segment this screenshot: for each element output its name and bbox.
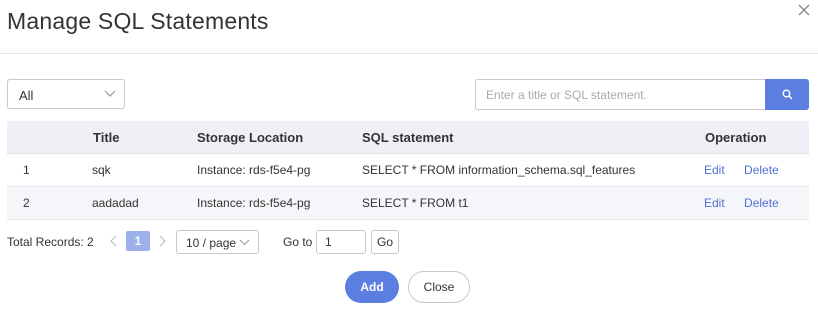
row-index: 2 [7, 186, 77, 220]
table-row: 2 aadadad Instance: rds-f5e4-pg SELECT *… [7, 186, 809, 220]
goto-page-input[interactable] [316, 230, 366, 254]
edit-link[interactable]: Edit [704, 196, 725, 210]
search-input[interactable] [475, 79, 766, 110]
row-sql-text: SELECT * FROM t1 [362, 196, 469, 210]
edit-link[interactable]: Edit [704, 163, 725, 177]
search-icon [782, 89, 793, 100]
row-sql-text: SELECT * FROM information_schema.sql_fea… [362, 163, 636, 177]
page-size-select[interactable]: 10 / page [176, 230, 259, 254]
chevron-down-icon [239, 239, 250, 246]
row-sql: SELECT * FROM information_schema.sql_fea… [347, 153, 689, 187]
column-header-index [7, 121, 77, 154]
row-storage-location: Instance: rds-f5e4-pg [197, 153, 347, 187]
close-icon[interactable] [796, 2, 812, 18]
search-button[interactable] [765, 79, 809, 110]
row-operations: Edit Delete [689, 186, 809, 220]
row-index: 1 [7, 153, 77, 187]
table-row: 1 sqk Instance: rds-f5e4-pg SELECT * FRO… [7, 153, 809, 187]
delete-link[interactable]: Delete [744, 163, 779, 177]
table-header-row: Title Storage Location SQL statement Ope… [7, 121, 809, 154]
row-title: sqk [77, 153, 197, 187]
go-button[interactable]: Go [371, 230, 399, 254]
row-title: aadadad [77, 186, 197, 220]
chevron-left-icon[interactable] [109, 235, 119, 247]
column-header-operation: Operation [689, 121, 809, 154]
page-number-current[interactable]: 1 [126, 231, 150, 251]
column-header-title: Title [77, 121, 197, 154]
goto-label: Go to [283, 235, 313, 249]
sql-statements-table: Title Storage Location SQL statement Ope… [7, 121, 809, 220]
dialog-title: Manage SQL Statements [7, 8, 269, 34]
row-operations: Edit Delete [689, 153, 809, 187]
column-header-sql-statement: SQL statement [347, 121, 689, 154]
add-button[interactable]: Add [345, 271, 399, 303]
filter-select[interactable]: All [7, 79, 125, 109]
chevron-down-icon [104, 90, 116, 97]
row-title-text: sqk [92, 163, 111, 177]
page-size-value: 10 / page [186, 236, 237, 250]
column-header-sql-statement-label: SQL statement [362, 129, 454, 145]
filter-select-value: All [19, 88, 34, 103]
column-header-operation-label: Operation [705, 129, 767, 145]
column-header-storage-location: Storage Location [197, 121, 347, 154]
close-button[interactable]: Close [408, 271, 470, 303]
row-storage-location: Instance: rds-f5e4-pg [197, 186, 347, 220]
column-header-title-label: Title [93, 129, 120, 145]
total-records: Total Records: 2 [7, 235, 94, 249]
title-divider [0, 53, 818, 54]
chevron-right-icon[interactable] [157, 235, 167, 247]
delete-link[interactable]: Delete [744, 196, 779, 210]
row-title-text: aadadad [92, 196, 139, 210]
row-sql: SELECT * FROM t1 [347, 186, 689, 220]
